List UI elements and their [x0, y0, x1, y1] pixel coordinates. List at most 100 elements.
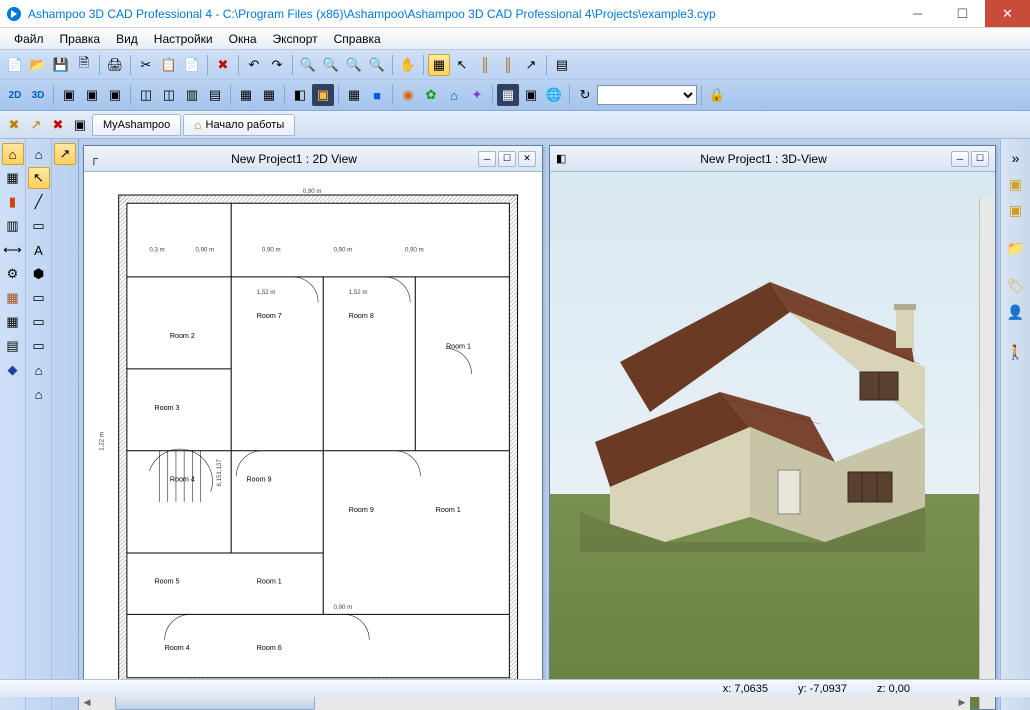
- window4-icon[interactable]: ▤: [204, 84, 226, 106]
- tool-x3-icon[interactable]: ✖: [48, 115, 68, 135]
- close-button[interactable]: ✕: [985, 0, 1030, 27]
- vtool-cube-icon[interactable]: ◆: [2, 359, 24, 381]
- zoomin-icon[interactable]: 🔍: [320, 54, 342, 76]
- ruler1-icon[interactable]: ║: [474, 54, 496, 76]
- vtool-home3-icon[interactable]: ⌂: [28, 383, 50, 405]
- menu-file[interactable]: Файл: [6, 30, 52, 48]
- scroll-thumb[interactable]: [115, 696, 315, 710]
- render-icon[interactable]: ▣: [312, 84, 334, 106]
- tab-start[interactable]: ⌂ Начало работы: [183, 114, 295, 136]
- maximize-button[interactable]: ☐: [940, 0, 985, 27]
- layer-icon[interactable]: ▤: [551, 54, 573, 76]
- layer2-icon[interactable]: ▦: [235, 84, 257, 106]
- 2d-canvas[interactable]: Room 2 Room 3 Room 7 Room 8 Room 1 Room …: [84, 172, 542, 709]
- globe-icon[interactable]: 🌐: [543, 84, 565, 106]
- menu-help[interactable]: Справка: [326, 30, 389, 48]
- obj2-icon[interactable]: ✿: [420, 84, 442, 106]
- undo-icon[interactable]: ↶: [243, 54, 265, 76]
- lock-icon[interactable]: 🔒: [706, 84, 728, 106]
- vtool-select-icon[interactable]: ↖: [28, 167, 50, 189]
- vtool-home-icon[interactable]: ⌂: [2, 143, 24, 165]
- paste-icon[interactable]: 📄: [181, 54, 203, 76]
- vtool-3d-icon[interactable]: ⬢: [28, 263, 50, 285]
- vtool-wall-icon[interactable]: ▮: [2, 191, 24, 213]
- figure-icon[interactable]: 🚶: [1005, 341, 1027, 363]
- layer-combo[interactable]: [597, 85, 697, 105]
- vtool-home2-icon[interactable]: ⌂: [28, 359, 50, 381]
- vtool-gear-icon[interactable]: ⚙: [2, 263, 24, 285]
- view-c-icon[interactable]: ▣: [104, 84, 126, 106]
- scroll-left-icon[interactable]: ◀: [79, 695, 95, 710]
- mat1-icon[interactable]: ▦: [343, 84, 365, 106]
- vtool-box2-icon[interactable]: ▭: [28, 311, 50, 333]
- menu-export[interactable]: Экспорт: [265, 30, 326, 48]
- minimize-button[interactable]: ─: [895, 0, 940, 27]
- 3d-maximize-button[interactable]: ☐: [971, 151, 989, 167]
- vtool-box3-icon[interactable]: ▭: [28, 335, 50, 357]
- snap-icon[interactable]: ↗: [520, 54, 542, 76]
- fill-icon[interactable]: ■: [366, 84, 388, 106]
- refresh-icon[interactable]: ↻: [574, 84, 596, 106]
- view-b-icon[interactable]: ▣: [81, 84, 103, 106]
- view-a-icon[interactable]: ▣: [58, 84, 80, 106]
- zoom-icon[interactable]: 🔍: [297, 54, 319, 76]
- expand-icon[interactable]: »: [1005, 147, 1027, 169]
- window2-icon[interactable]: ◫: [158, 84, 180, 106]
- vtool-doc-icon[interactable]: ▤: [2, 335, 24, 357]
- print-icon[interactable]: 🖨: [104, 54, 126, 76]
- cursor-icon[interactable]: ↖: [451, 54, 473, 76]
- copy-icon[interactable]: 📋: [158, 54, 180, 76]
- mode2-icon[interactable]: ▣: [520, 84, 542, 106]
- 3d-vscrollbar[interactable]: [979, 198, 995, 709]
- panel1-icon[interactable]: ▣: [1005, 173, 1027, 195]
- tab-myashampoo[interactable]: MyAshampoo: [92, 114, 181, 136]
- 2d-close-button[interactable]: ✕: [518, 151, 536, 167]
- zoomfit-icon[interactable]: 🔍: [366, 54, 388, 76]
- 2d-maximize-button[interactable]: ☐: [498, 151, 516, 167]
- scroll-right-icon[interactable]: ▶: [954, 695, 970, 710]
- vtool-box-icon[interactable]: ▭: [28, 287, 50, 309]
- person-icon[interactable]: 👤: [1005, 301, 1027, 323]
- grid-icon[interactable]: ▦: [428, 54, 450, 76]
- folder-icon[interactable]: 📁: [1005, 237, 1027, 259]
- layer3-icon[interactable]: ▦: [258, 84, 280, 106]
- vtool-line-icon[interactable]: ╱: [28, 191, 50, 213]
- vtool-text-icon[interactable]: A: [28, 239, 50, 261]
- saveas-icon[interactable]: 🗎: [73, 54, 95, 76]
- vtool-arrow2-icon[interactable]: ↗: [54, 143, 76, 165]
- vtool-window-icon[interactable]: ▥: [2, 215, 24, 237]
- 2d-minimize-button[interactable]: ─: [478, 151, 496, 167]
- vtool-rect-icon[interactable]: ▭: [28, 215, 50, 237]
- menu-windows[interactable]: Окна: [221, 30, 265, 48]
- vtool-texture-icon[interactable]: ▦: [2, 287, 24, 309]
- vtool-roof-icon[interactable]: ⌂: [28, 143, 50, 165]
- hand-icon[interactable]: ✋: [397, 54, 419, 76]
- vtool-dim-icon[interactable]: ⟷: [2, 239, 24, 261]
- delete-icon[interactable]: ✖: [212, 54, 234, 76]
- obj1-icon[interactable]: ◉: [397, 84, 419, 106]
- zoomout-icon[interactable]: 🔍: [343, 54, 365, 76]
- window1-icon[interactable]: ◫: [135, 84, 157, 106]
- obj4-icon[interactable]: ✦: [466, 84, 488, 106]
- cut-icon[interactable]: ✂: [135, 54, 157, 76]
- open-icon[interactable]: 📂: [27, 54, 49, 76]
- panel2-icon[interactable]: ▣: [1005, 199, 1027, 221]
- tool-x1-icon[interactable]: ✖: [4, 115, 24, 135]
- new-icon[interactable]: 📄: [4, 54, 26, 76]
- vtool-grid-icon[interactable]: ▦: [2, 167, 24, 189]
- tag-icon[interactable]: 🏷: [1005, 275, 1027, 297]
- 3d-minimize-button[interactable]: ─: [951, 151, 969, 167]
- cube-icon[interactable]: ◧: [289, 84, 311, 106]
- 3d-canvas[interactable]: [550, 172, 995, 709]
- tool-x4-icon[interactable]: ▣: [70, 115, 90, 135]
- tool-x2-icon[interactable]: ↗: [26, 115, 46, 135]
- ruler2-icon[interactable]: ║: [497, 54, 519, 76]
- 3d-toggle[interactable]: 3D: [27, 90, 49, 101]
- redo-icon[interactable]: ↷: [266, 54, 288, 76]
- save-icon[interactable]: 💾: [50, 54, 72, 76]
- 2d-toggle[interactable]: 2D: [4, 90, 26, 101]
- vtool-grid2-icon[interactable]: ▦: [2, 311, 24, 333]
- menu-view[interactable]: Вид: [108, 30, 146, 48]
- menu-settings[interactable]: Настройки: [146, 30, 221, 48]
- window3-icon[interactable]: ▥: [181, 84, 203, 106]
